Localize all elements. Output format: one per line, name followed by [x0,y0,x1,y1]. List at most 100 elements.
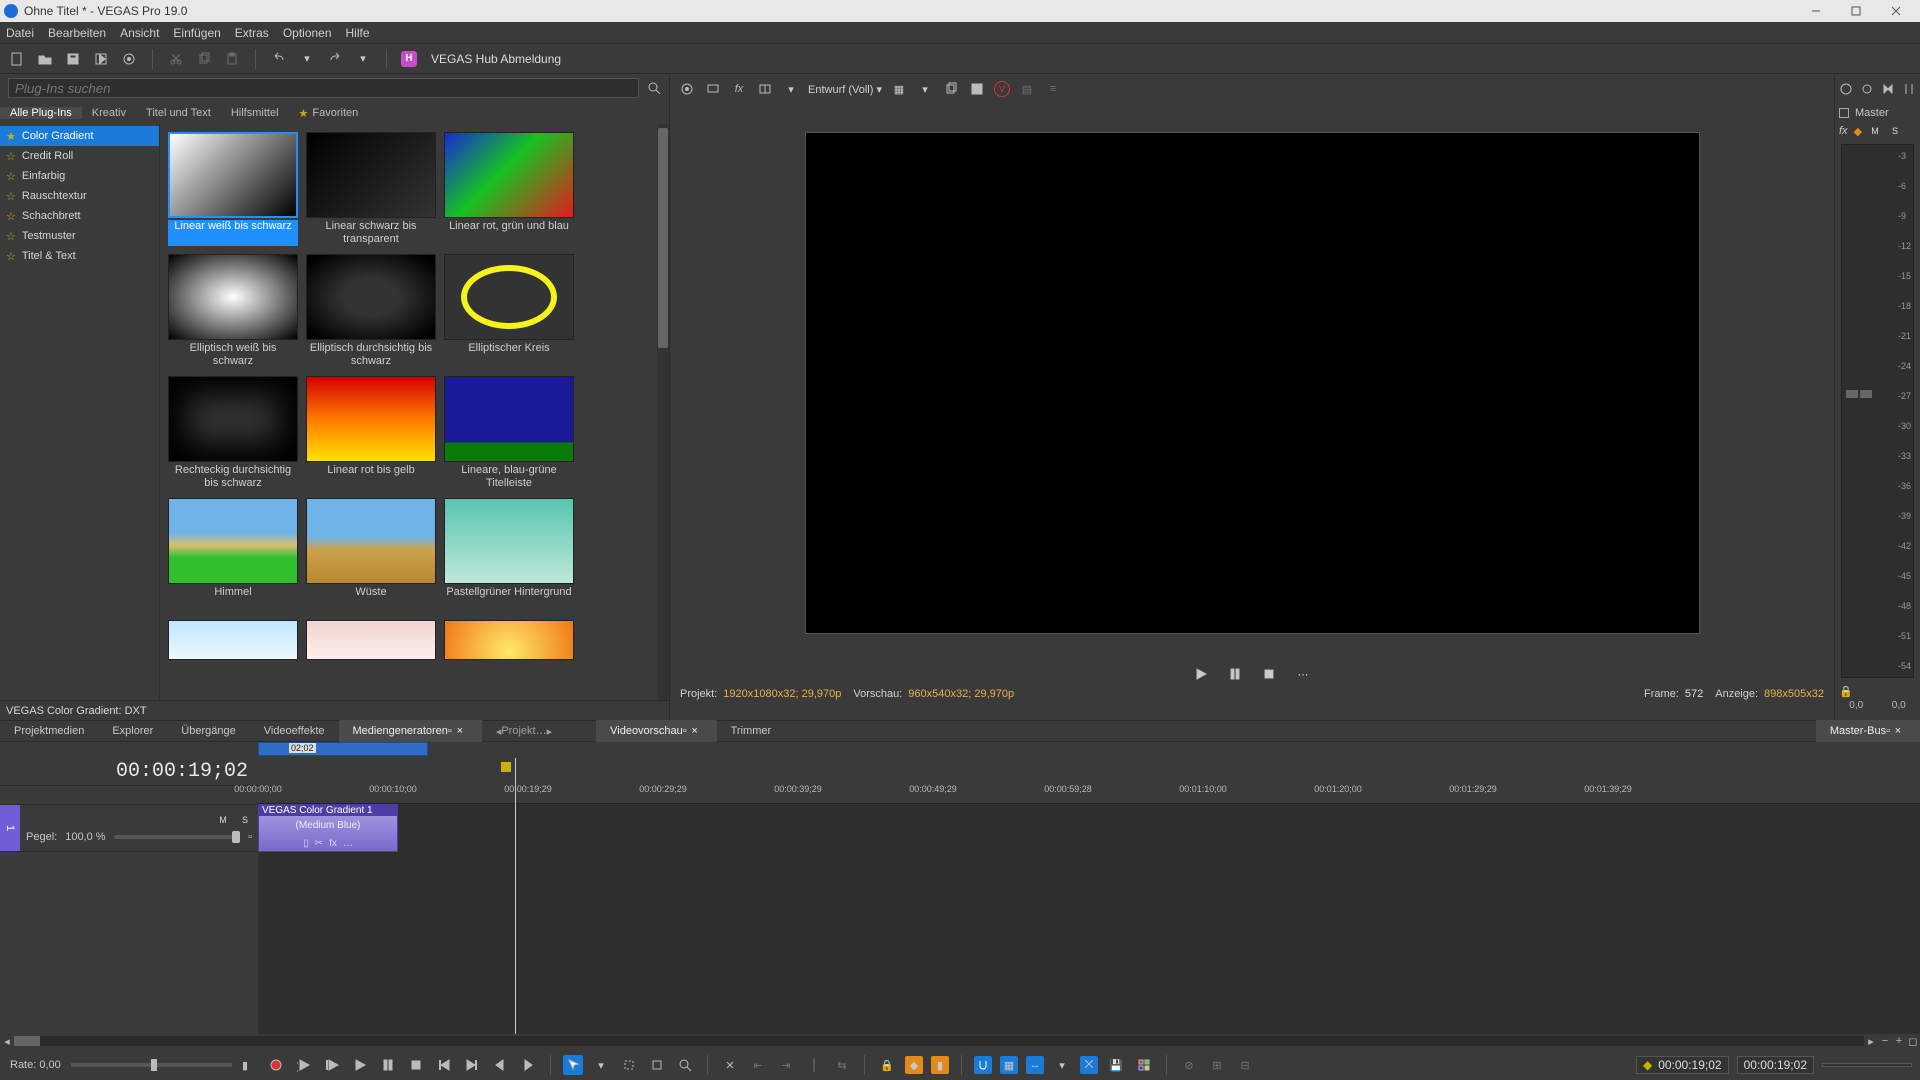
tree-item-credit-roll[interactable]: ☆Credit Roll [0,146,159,166]
track-number[interactable]: 1 [0,805,20,851]
menu-einfuegen[interactable]: Einfügen [173,26,220,40]
preview-quality-select[interactable]: Entwurf (Voll) ▾ [808,83,882,96]
tree-item-titel-text[interactable]: ☆Titel & Text [0,246,159,266]
plugin-search-input[interactable] [8,78,639,98]
pause-button[interactable] [378,1055,398,1075]
selection-tool[interactable] [619,1055,639,1075]
clip-pan-icon[interactable]: ▯ [303,838,309,849]
prev-frame-button[interactable] [490,1055,510,1075]
zoom-tool[interactable] [675,1055,695,1075]
preset-linear-red-yellow[interactable]: Linear rot bis gelb [306,376,436,490]
preview-props-button[interactable] [678,78,696,100]
track-area[interactable]: 00:00:00;00 00:00:10;00 00:00:19;29 00:0… [258,758,1920,1034]
lock-button[interactable]: 🔒 [877,1055,897,1075]
tree-item-einfarbig[interactable]: ☆Einfarbig [0,166,159,186]
loop-play-button[interactable] [294,1055,314,1075]
dock-tab-explorer[interactable]: Explorer [98,720,167,742]
preset-elliptic-white-black[interactable]: Elliptisch weiß bis schwarz [168,254,298,368]
autosave-button[interactable]: 💾 [1106,1055,1126,1075]
tree-item-testmuster[interactable]: ☆Testmuster [0,226,159,246]
tree-item-rauschtextur[interactable]: ☆Rauschtextur [0,186,159,206]
tab-hilfsmittel[interactable]: Hilfsmittel [221,107,289,119]
menu-ansicht[interactable]: Ansicht [120,26,159,40]
clip-tools[interactable]: ▯ ✂ fx … [303,838,353,849]
tab-close-icon[interactable]: × [687,725,703,737]
render-button[interactable] [92,48,110,70]
dim-button[interactable] [1858,78,1876,100]
track-level-slider[interactable] [114,835,241,839]
paste-button[interactable] [223,48,241,70]
preset-pink-fade[interactable] [306,620,436,688]
preset-elliptic-transparent-black[interactable]: Elliptisch durchsichtig bis schwarz [306,254,436,368]
timeline-loop-bar[interactable]: 02;02 [0,742,1920,758]
scroll-right-icon[interactable]: ▸ [1864,1035,1878,1048]
normal-edit-tool[interactable] [563,1055,583,1075]
preview-stop-button[interactable] [1260,663,1278,685]
trim-end-button[interactable]: ⇥ [776,1055,796,1075]
cursor-timecode-field[interactable]: ◆00:00:19;02 [1636,1056,1729,1074]
tab-titel-text[interactable]: Titel und Text [136,107,221,119]
stop-button[interactable] [406,1055,426,1075]
timecode-display[interactable]: 00:00:19;02 [0,758,258,786]
ignore-event-button[interactable]: ⊘ [1179,1055,1199,1075]
play-button[interactable] [350,1055,370,1075]
redo-button[interactable] [326,48,344,70]
preset-pastel-green[interactable]: Pastellgrüner Hintergrund [444,498,574,612]
save-snapshot-button[interactable] [968,78,986,100]
preview-fx-button[interactable]: fx [730,78,748,100]
menu-extras[interactable]: Extras [235,26,269,40]
preset-blue-fade[interactable] [168,620,298,688]
preview-more-button[interactable]: ⋯ [1294,663,1312,685]
next-frame-button[interactable] [518,1055,538,1075]
preview-external-button[interactable] [704,78,722,100]
zoom-in-icon[interactable]: + [1892,1035,1906,1047]
preset-elliptic-ring[interactable]: Elliptischer Kreis [444,254,574,368]
ungroup-button[interactable]: ⊟ [1235,1055,1255,1075]
timeline-ruler[interactable]: 00:00:00;00 00:00:10;00 00:00:19;29 00:0… [258,758,1920,804]
preset-linear-black-transparent[interactable]: Linear schwarz bis transparent [306,132,436,246]
new-project-button[interactable] [8,48,26,70]
open-project-button[interactable] [36,48,54,70]
slip-button[interactable]: ⇆ [832,1055,852,1075]
edit-tool-dropdown[interactable]: ▾ [591,1055,611,1075]
dock-tab-videovorschau[interactable]: Videovorschau ▫ × [596,720,716,742]
properties-button[interactable] [120,48,138,70]
record-button[interactable] [266,1055,286,1075]
search-icon[interactable] [647,81,661,95]
preview-play-button[interactable] [1192,663,1210,685]
dock-tab-projekt[interactable]: ◂ Projekt… ▸ [482,720,566,742]
master-insert-button[interactable]: ◆ [1854,125,1862,138]
preview-split-dropdown[interactable]: ▾ [782,78,800,100]
snap-button[interactable] [974,1056,992,1074]
color-button[interactable] [1134,1055,1154,1075]
overlay-grid-button[interactable]: ▦ [890,78,908,100]
dock-tab-masterbus[interactable]: Master-Bus ▫ × [1816,720,1920,742]
dock-tab-trimmer[interactable]: Trimmer [717,720,786,742]
playhead-cursor[interactable] [515,758,516,1034]
maximize-button[interactable] [1836,0,1876,22]
menu-datei[interactable]: Datei [6,26,34,40]
tab-favoriten[interactable]: ★Favoriten [289,107,369,120]
preview-pause-button[interactable] [1226,663,1244,685]
tab-close-icon[interactable]: × [1890,725,1906,737]
preset-himmel[interactable]: Himmel [168,498,298,612]
cut-button[interactable] [167,48,185,70]
tree-item-color-gradient[interactable]: ★Color Gradient [0,126,159,146]
group-button[interactable]: ⊞ [1207,1055,1227,1075]
auto-crossfade-button[interactable]: ⨉ [1080,1056,1098,1074]
preset-linear-white-black[interactable]: Linear weiß bis schwarz [168,132,298,246]
tree-item-schachbrett[interactable]: ☆Schachbrett [0,206,159,226]
preview-layout-button[interactable]: ▤ [1018,78,1036,100]
close-button[interactable] [1876,0,1916,22]
preview-split-button[interactable] [756,78,774,100]
downmix-button[interactable] [1879,78,1897,100]
marker-button[interactable]: ◆ [905,1056,923,1074]
overlay-dropdown[interactable]: ▾ [916,78,934,100]
auto-ripple-button[interactable]: ↔ [1026,1056,1044,1074]
go-end-button[interactable] [462,1055,482,1075]
faders-button[interactable] [1900,78,1918,100]
undo-button[interactable] [270,48,288,70]
rate-slider[interactable] [71,1063,232,1067]
copy-button[interactable] [195,48,213,70]
tab-all-plugins[interactable]: Alle Plug-Ins [0,107,82,119]
